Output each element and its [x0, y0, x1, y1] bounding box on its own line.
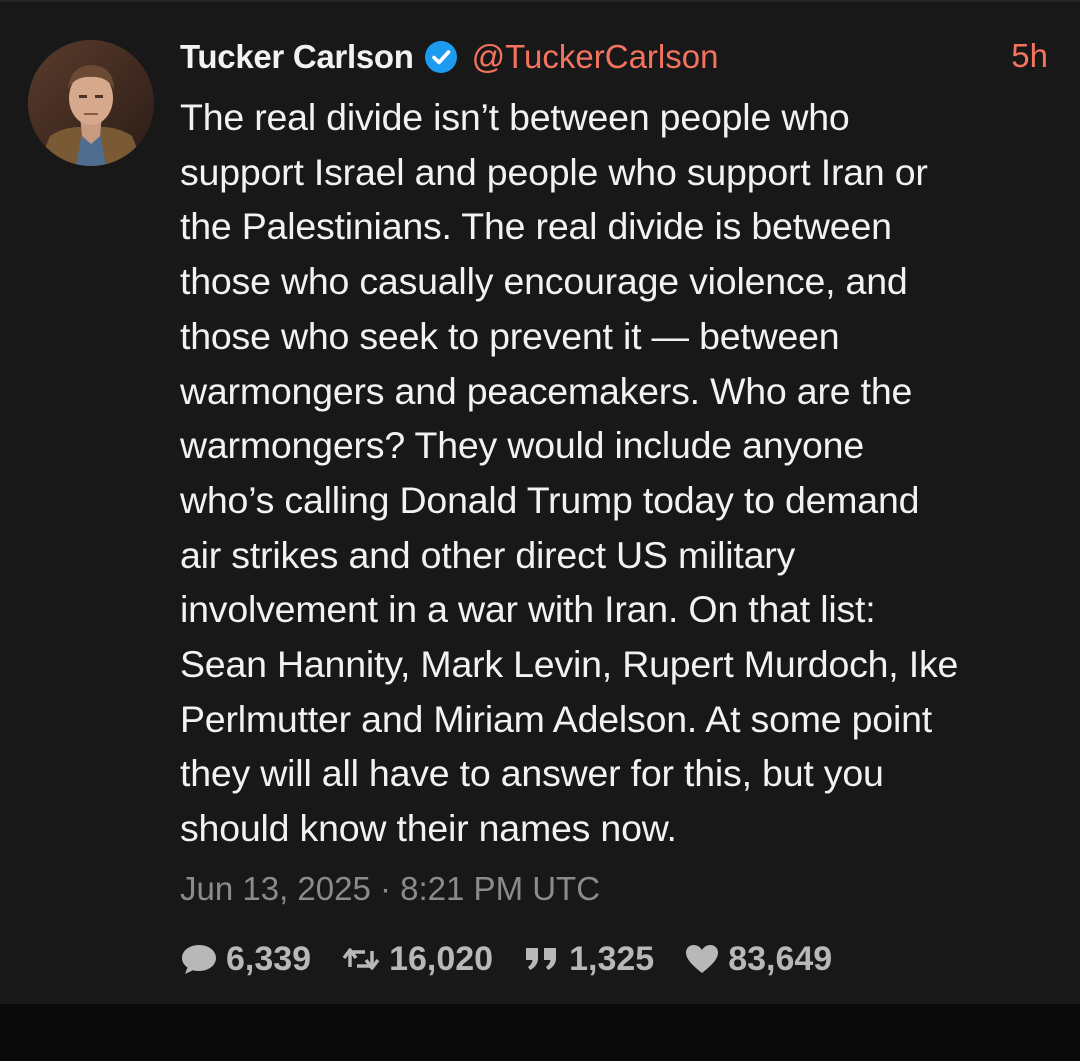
- tweet-stats: 6,339 16,020 1,325 83,649: [180, 936, 862, 982]
- author-display-name[interactable]: Tucker Carlson: [180, 38, 414, 76]
- retweets-count: 16,020: [389, 939, 494, 978]
- tweet-header: Tucker Carlson @TuckerCarlson: [180, 34, 1060, 80]
- likes-stat[interactable]: 83,649: [684, 940, 832, 979]
- retweets-stat[interactable]: 16,020: [341, 940, 493, 979]
- heart-icon: [686, 945, 719, 973]
- verified-badge-icon: [424, 40, 458, 74]
- tweet-text: The real divide isn’t between people who…: [180, 96, 959, 850]
- page-bottom-area: [0, 1004, 1080, 1061]
- retweet-icon: [342, 948, 380, 970]
- tweet-card: Tucker Carlson @TuckerCarlson 5h The rea…: [0, 0, 1080, 1004]
- quotes-stat[interactable]: 1,325: [523, 940, 654, 979]
- author-handle[interactable]: @TuckerCarlson: [472, 38, 719, 76]
- quote-icon: [526, 948, 557, 970]
- replies-stat[interactable]: 6,339: [180, 940, 311, 979]
- likes-count: 83,649: [728, 939, 833, 978]
- tweet-timestamp[interactable]: Jun 13, 2025 · 8:21 PM UTC: [180, 870, 600, 908]
- relative-time[interactable]: 5h: [1011, 37, 1048, 75]
- replies-count: 6,339: [226, 939, 312, 978]
- quotes-count: 1,325: [569, 939, 655, 978]
- comment-icon: [182, 945, 216, 974]
- avatar[interactable]: [28, 40, 154, 166]
